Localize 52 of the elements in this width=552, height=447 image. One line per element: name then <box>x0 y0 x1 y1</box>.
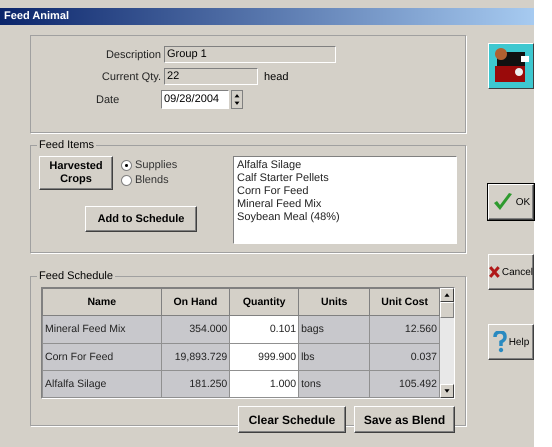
help-button[interactable]: Help <box>488 324 534 360</box>
spinner-icon[interactable] <box>231 90 243 109</box>
table-cell: 19,893.729 <box>161 343 230 370</box>
quantity-field[interactable]: 22 <box>164 68 258 85</box>
radio-button[interactable] <box>121 160 132 170</box>
group-title: Feed Items <box>37 139 96 151</box>
help-icon <box>492 331 507 353</box>
quantity-input[interactable]: 999.900 <box>230 343 299 370</box>
group-title: Feed Schedule <box>37 270 115 282</box>
list-item[interactable]: Mineral Feed Mix <box>237 198 453 211</box>
add-to-schedule-button[interactable]: Add to Schedule <box>85 206 197 232</box>
table-cell: 181.250 <box>161 370 230 398</box>
field-label: Date <box>95 94 120 106</box>
table-cell: 0.037 <box>370 343 440 370</box>
table-cell: 12.560 <box>370 316 440 343</box>
column-header[interactable]: Units <box>298 288 370 316</box>
harvested-crops-button[interactable]: Harvested Crops <box>39 156 113 190</box>
radio-label: Blends <box>135 174 169 186</box>
scroll-up-icon[interactable] <box>440 288 454 302</box>
window-title: Feed Animal <box>0 8 534 25</box>
list-item[interactable]: Calf Starter Pellets <box>237 172 453 185</box>
field-label: Current Qty. <box>100 70 162 82</box>
list-item[interactable]: Alfalfa Silage <box>237 159 453 172</box>
ok-button[interactable]: OK <box>488 184 534 220</box>
list-item[interactable]: Corn For Feed <box>237 185 453 198</box>
table-cell: lbs <box>298 343 370 370</box>
table-cell: bags <box>298 316 370 343</box>
quantity-input[interactable]: 1.000 <box>230 370 299 398</box>
table-cell: Alfalfa Silage <box>42 370 161 398</box>
column-header[interactable]: On Hand <box>161 288 230 316</box>
date-field[interactable]: 09/28/2004 <box>161 90 229 109</box>
table-cell: Corn For Feed <box>42 343 161 370</box>
field-label: Description <box>104 48 162 60</box>
radio-button[interactable] <box>121 174 132 186</box>
table-cell: 105.492 <box>370 370 440 398</box>
schedule-button[interactable]: Clear Schedule <box>238 406 346 433</box>
scroll-thumb[interactable] <box>440 302 454 318</box>
table-cell: tons <box>298 370 370 398</box>
column-header[interactable]: Unit Cost <box>370 288 440 316</box>
list-item[interactable]: Soybean Meal (48%) <box>237 211 453 224</box>
table-cell: Mineral Feed Mix <box>42 316 161 343</box>
unit-label: head <box>264 70 288 82</box>
scroll-down-icon[interactable] <box>440 384 454 398</box>
schedule-button[interactable]: Save as Blend <box>354 406 455 433</box>
radio-label: Supplies <box>135 159 178 171</box>
column-header[interactable]: Name <box>42 288 161 316</box>
cancel-button[interactable]: Cancel <box>488 254 534 290</box>
description-field[interactable]: Group 1 <box>164 46 336 63</box>
check-icon <box>492 192 514 212</box>
quantity-input[interactable]: 0.101 <box>230 316 299 343</box>
column-header[interactable]: Quantity <box>230 288 299 316</box>
table-cell: 354.000 <box>161 316 230 343</box>
